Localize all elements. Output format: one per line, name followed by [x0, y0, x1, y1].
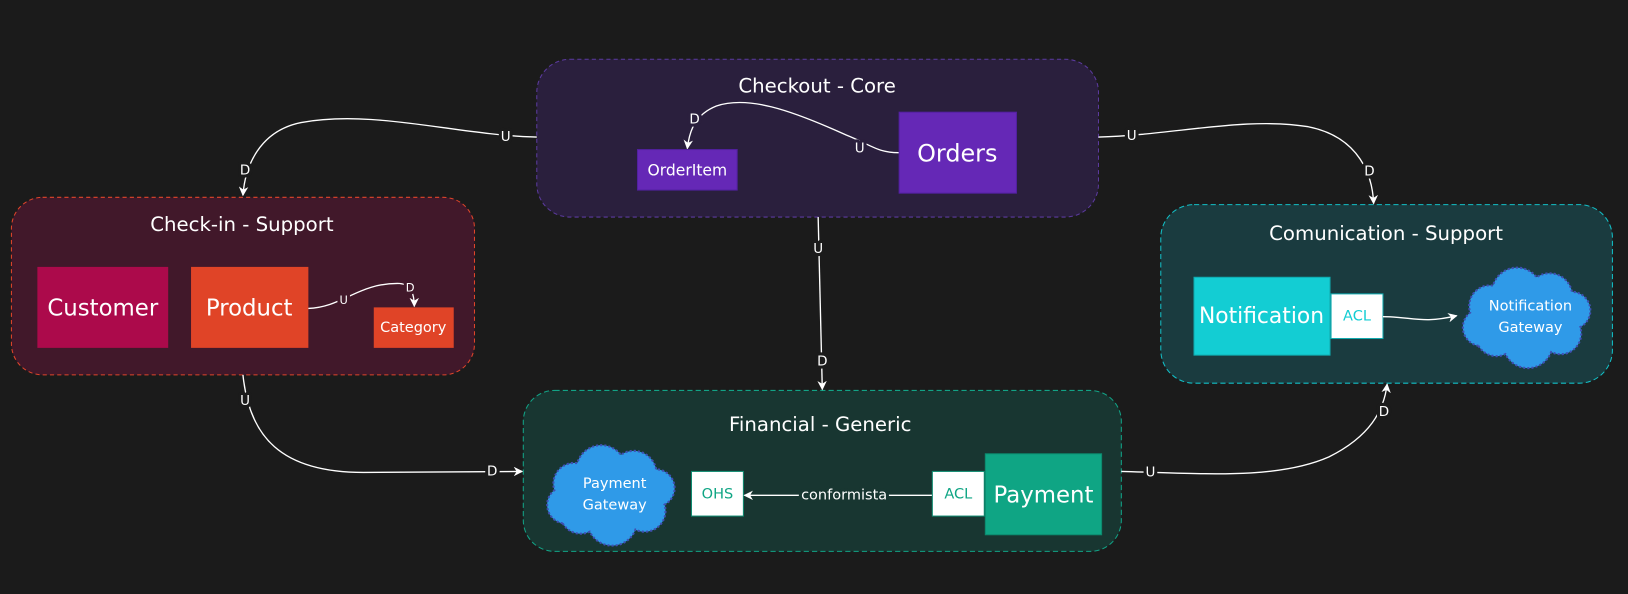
notification-label: Notification: [1199, 304, 1324, 329]
edge-label-downstream: D: [1364, 163, 1374, 179]
gateway-label-line1: Notification: [1489, 298, 1572, 314]
conformista-label: conformista: [801, 487, 887, 503]
entity-notification[interactable]: Notification: [1193, 276, 1331, 356]
entity-orderitem[interactable]: OrderItem: [636, 149, 738, 191]
entity-customer[interactable]: Customer: [37, 266, 169, 348]
edge-label-downstream: D: [487, 463, 497, 479]
payment-label: Payment: [993, 482, 1093, 508]
checkout-title: Checkout - Core: [738, 75, 896, 98]
edge-label-upstream: U: [1145, 464, 1155, 480]
category-label: Category: [380, 320, 447, 336]
edge-label-upstream: U: [855, 141, 865, 157]
ohs-payment-gateway[interactable]: OHS: [690, 470, 744, 517]
orders-label: Orders: [917, 140, 997, 168]
acl-label: ACL: [944, 486, 973, 502]
edge-label-downstream: D: [817, 353, 827, 369]
checkin-title: Check-in - Support: [150, 213, 334, 236]
acl-payment[interactable]: ACL: [931, 470, 985, 517]
edge-label-downstream: D: [1379, 404, 1389, 420]
edge-label-downstream: D: [406, 281, 415, 295]
orderitem-label: OrderItem: [648, 161, 728, 179]
entity-payment[interactable]: Payment: [984, 453, 1103, 536]
ohs-label: OHS: [702, 486, 734, 502]
acl-label: ACL: [1343, 309, 1372, 325]
acl-notification[interactable]: ACL: [1330, 293, 1384, 340]
entity-product[interactable]: Product: [191, 266, 309, 348]
gateway-label-line2: Gateway: [1498, 320, 1563, 336]
edge-label-upstream: U: [240, 393, 250, 409]
entity-category[interactable]: Category: [373, 307, 454, 348]
edge-label-upstream: U: [1127, 128, 1137, 144]
entity-orders[interactable]: Orders: [898, 111, 1017, 194]
edge-label-upstream: U: [339, 293, 347, 307]
context-map-diagram: Checkout - Core Check-in - Support Comun…: [0, 0, 1628, 594]
edge-label-downstream: D: [689, 111, 699, 127]
edge-label-downstream: D: [240, 162, 250, 178]
financial-title: Financial - Generic: [729, 413, 911, 436]
edge-label-upstream: U: [813, 241, 823, 257]
gateway-label-line2: Gateway: [583, 498, 648, 514]
edge-label-upstream: U: [501, 129, 511, 145]
communication-title: Comunication - Support: [1269, 222, 1503, 245]
product-label: Product: [206, 295, 293, 321]
customer-label: Customer: [47, 295, 159, 321]
gateway-label-line1: Payment: [583, 476, 647, 492]
